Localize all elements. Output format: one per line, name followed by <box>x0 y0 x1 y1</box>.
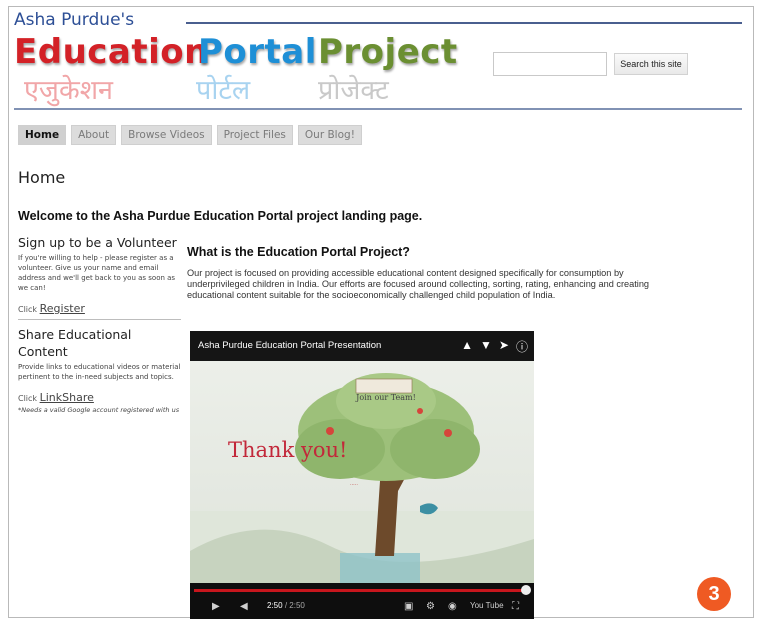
time-total: 2:50 <box>289 601 305 610</box>
video-controls: ▶ ◀ 2:50 / 2:50 ▣ ⚙ ◉ You Tube ⛶ <box>190 583 534 619</box>
slide-thank-you: Thank you! <box>228 438 348 462</box>
tab-home[interactable]: Home <box>18 125 67 145</box>
logo-education-hindi: एजुकेशन <box>24 75 114 106</box>
search-button[interactable]: Search this site <box>614 53 688 75</box>
tab-project-files[interactable]: Project Files <box>216 125 293 145</box>
logo-portal-hindi: पोर्टल <box>196 75 251 106</box>
step-number-badge: 3 <box>697 577 731 611</box>
nav-bar: Home About Browse Videos Project Files O… <box>18 125 362 145</box>
volume-icon[interactable]: ◀ <box>240 601 248 612</box>
header-divider <box>14 108 742 110</box>
progress-bar[interactable] <box>194 589 524 592</box>
time-current: 2:50 <box>267 601 283 610</box>
page-title: Home <box>18 168 66 187</box>
welcome-heading: Welcome to the Asha Purdue Education Por… <box>18 209 423 223</box>
logo-project-hindi: प्रोजेक्ट <box>318 75 389 106</box>
search-input[interactable] <box>493 52 607 76</box>
fullscreen-icon[interactable]: ⛶ <box>512 601 519 612</box>
thumbs-up-icon[interactable]: ▲ <box>461 338 473 355</box>
header-rule <box>186 22 742 24</box>
site-owner: Asha Purdue's <box>14 10 135 30</box>
google-account-note: *Needs a valid Google account registered… <box>18 406 180 414</box>
time-display: 2:50 / 2:50 <box>267 601 305 610</box>
tab-browse-videos[interactable]: Browse Videos <box>121 125 212 145</box>
volunteer-text: If you're willing to help - please regis… <box>18 254 176 292</box>
captions-icon[interactable]: ▣ <box>404 601 413 612</box>
video-title-bar: Asha Purdue Education Portal Presentatio… <box>190 331 534 361</box>
register-line: Click Register <box>18 302 181 315</box>
project-question-heading: What is the Education Portal Project? <box>187 245 410 259</box>
video-title: Asha Purdue Education Portal Presentatio… <box>198 340 382 351</box>
sidebar: Sign up to be a Volunteer If you're will… <box>18 234 181 414</box>
share-heading: Share Educational Content <box>18 327 132 359</box>
linkshare-line: Click LinkShare <box>18 391 181 404</box>
youtube-logo[interactable]: You Tube <box>470 601 504 610</box>
project-description: Our project is focused on providing acce… <box>187 268 650 300</box>
share-text: Provide links to educational videos or m… <box>18 363 181 381</box>
logo-portal: Portal <box>198 32 317 72</box>
click-label: Click <box>18 305 38 314</box>
logo-project: Project <box>318 32 458 72</box>
share-icon[interactable]: ➤ <box>499 338 509 355</box>
video-frame[interactable]: ····· Thank you! Join our Team! <box>190 361 534 583</box>
tab-our-blog[interactable]: Our Blog! <box>297 125 362 145</box>
annotations-icon[interactable]: ◉ <box>448 601 457 612</box>
tab-about[interactable]: About <box>71 125 117 145</box>
video-player[interactable]: Asha Purdue Education Portal Presentatio… <box>190 331 534 619</box>
play-icon[interactable]: ▶ <box>212 601 220 612</box>
click-label-2: Click <box>18 394 38 403</box>
time-separator: / <box>284 601 288 610</box>
sidebar-divider <box>18 319 181 320</box>
register-link[interactable]: Register <box>40 302 85 315</box>
video-actions: ▲ ▼ ➤ ⓘ <box>461 338 528 355</box>
linkshare-link[interactable]: LinkShare <box>40 391 94 404</box>
svg-text:·····: ····· <box>350 482 358 488</box>
info-icon[interactable]: ⓘ <box>516 338 528 355</box>
volunteer-heading: Sign up to be a Volunteer <box>18 235 177 250</box>
settings-icon[interactable]: ⚙ <box>426 601 435 612</box>
logo-education: Education <box>14 32 209 72</box>
thumbs-down-icon[interactable]: ▼ <box>480 338 492 355</box>
progress-handle[interactable] <box>521 585 531 595</box>
slide-join-caption: Join our Team! <box>356 393 416 402</box>
